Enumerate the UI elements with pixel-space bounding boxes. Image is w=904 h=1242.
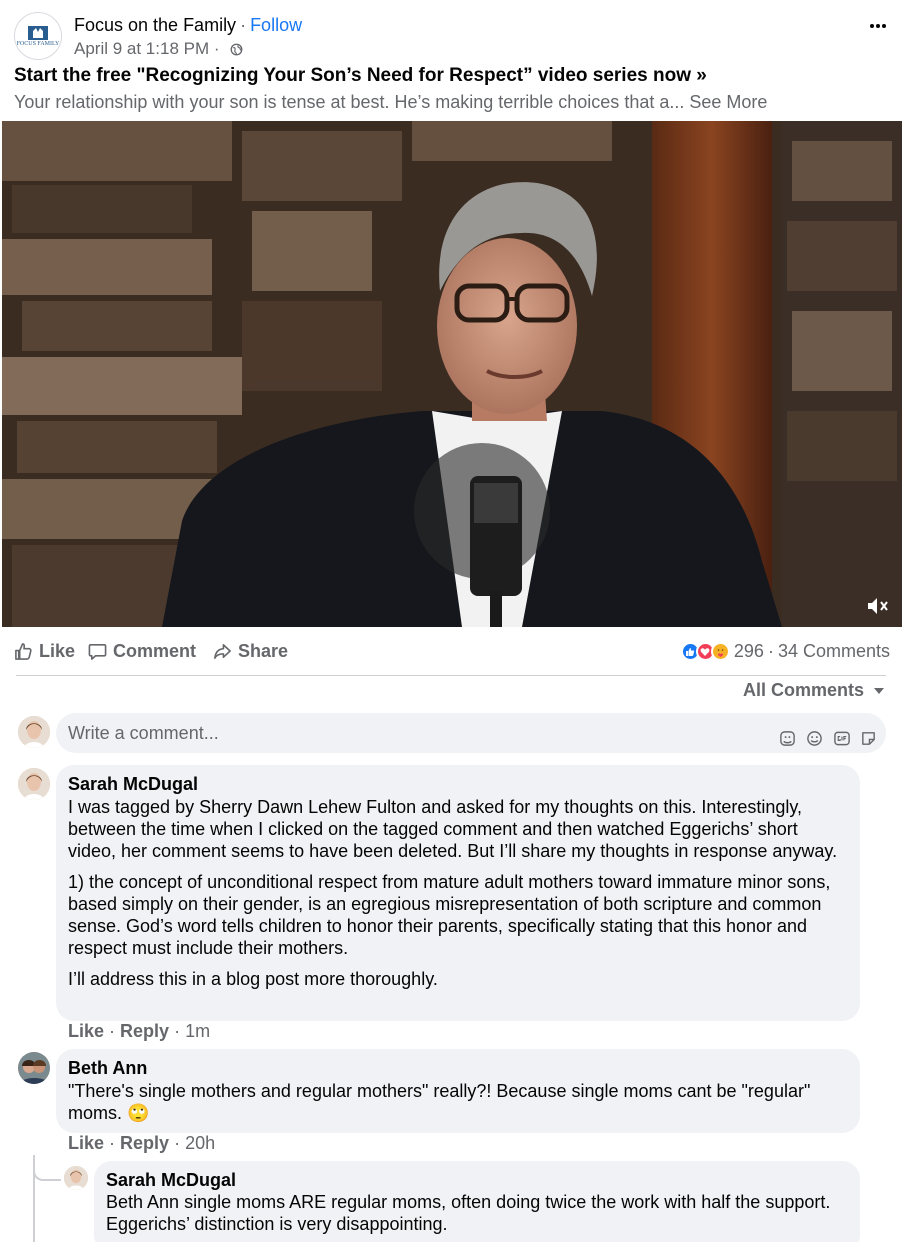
thread-connector — [33, 1155, 61, 1181]
like-label: Like — [39, 641, 76, 661]
share-icon — [214, 644, 231, 659]
comment-reply-button[interactable]: Reply — [120, 1021, 169, 1041]
comment-button[interactable]: Comment — [88, 641, 196, 662]
post-header: FOCUS FAMILY Focus on the Family · Follow … — [0, 0, 904, 120]
comments-count[interactable]: 34 Comments — [778, 641, 890, 662]
page-avatar[interactable]: FOCUS FAMILY — [14, 12, 62, 60]
video-frame — [2, 121, 902, 627]
comment-time[interactable]: 20h — [185, 1133, 215, 1153]
post-subtitle: Your relationship with your son is tense… — [14, 91, 767, 113]
comment-bubble: Beth Ann "There's single mothers and reg… — [56, 1049, 860, 1133]
user-photo — [64, 1166, 88, 1190]
comment-like-button[interactable]: Like — [68, 1133, 104, 1153]
comment-meta: Like · Reply · 20h — [68, 1133, 215, 1154]
reply-author[interactable]: Sarah McDugal — [106, 1169, 848, 1191]
comment-author[interactable]: Beth Ann — [68, 1057, 848, 1079]
reaction-count: 296 — [733, 641, 764, 661]
user-photo — [18, 1052, 50, 1084]
post-timestamp[interactable]: April 9 at 1:18 PM — [74, 38, 209, 60]
post-actions-bar: Like Comment Share 296 · 34 Comments — [0, 635, 904, 669]
composer-icons — [778, 729, 878, 748]
caret-down-icon — [874, 687, 884, 694]
emoji-icon[interactable] — [805, 729, 824, 748]
page-name[interactable]: Focus on the Family — [74, 15, 236, 35]
actions-divider — [16, 675, 886, 676]
comment-time[interactable]: 1m — [185, 1021, 210, 1041]
current-user-avatar[interactable] — [18, 716, 50, 748]
comment-text: I was tagged by Sherry Dawn Lehew Fulton… — [68, 796, 848, 990]
logo-wordmark: FOCUS FAMILY — [16, 41, 60, 47]
comment-paragraph: I’ll address this in a blog post more th… — [68, 969, 438, 989]
user-photo — [18, 768, 50, 800]
comment-text: "There's single mothers and regular moth… — [68, 1080, 848, 1124]
meta-dot: · — [109, 1133, 121, 1153]
comment-bubble: Sarah McDugal I was tagged by Sherry Daw… — [56, 765, 860, 1021]
share-label: Share — [238, 641, 289, 661]
share-button[interactable]: Share — [213, 641, 288, 662]
reply-text: Beth Ann single moms ARE regular moms, o… — [106, 1192, 831, 1234]
avatar-sticker-icon[interactable] — [778, 729, 797, 748]
comment-author-avatar[interactable] — [18, 768, 50, 800]
comment-reply-button[interactable]: Reply — [120, 1133, 169, 1153]
comments-separator: · — [767, 641, 774, 661]
post-meta: April 9 at 1:18 PM · — [74, 38, 243, 60]
comment-input[interactable] — [68, 721, 628, 745]
comment-composer[interactable] — [56, 713, 886, 753]
meta-dot: · — [174, 1021, 186, 1041]
comment-paragraph: I was tagged by Sherry Dawn Lehew Fulton… — [68, 797, 838, 861]
thumbs-up-icon — [15, 643, 32, 660]
page-name-line: Focus on the Family · Follow — [74, 14, 302, 36]
post-headline[interactable]: Start the free "Recognizing Your Son’s N… — [14, 64, 707, 88]
like-button[interactable]: Like — [14, 641, 75, 662]
follow-button[interactable]: Follow — [250, 15, 302, 35]
meta-dot: · — [109, 1021, 121, 1041]
comment-filter-dropdown[interactable]: All Comments — [743, 680, 884, 701]
globe-icon — [230, 43, 243, 55]
reply-bubble: Sarah McDugal Beth Ann single moms ARE r… — [94, 1161, 860, 1242]
comment-icon — [88, 644, 107, 660]
mute-icon[interactable] — [866, 595, 890, 617]
user-photo — [18, 716, 50, 748]
focus-logo-icon — [28, 26, 48, 40]
care-reaction-icon — [710, 642, 730, 661]
subtitle-text: Your relationship with your son is tense… — [14, 92, 685, 112]
reactions-summary[interactable]: 296 · 34 Comments — [680, 641, 890, 662]
see-more-link[interactable]: See More — [689, 92, 767, 112]
video-player[interactable] — [2, 121, 902, 627]
meta-separator: · — [209, 39, 225, 58]
reaction-icons — [680, 642, 730, 661]
gif-icon[interactable] — [832, 729, 851, 748]
meta-dot: · — [174, 1133, 186, 1153]
reply-author-avatar[interactable] — [64, 1166, 88, 1190]
comment-label: Comment — [113, 641, 197, 661]
separator-dot: · — [240, 15, 247, 35]
comment-paragraph: 1) the concept of unconditional respect … — [68, 872, 831, 958]
sticker-icon[interactable] — [859, 729, 878, 748]
filter-label: All Comments — [742, 680, 864, 700]
comment-author-avatar[interactable] — [18, 1052, 50, 1084]
comment-author[interactable]: Sarah McDugal — [68, 773, 848, 795]
comment-paragraph: "There's single mothers and regular moth… — [68, 1081, 811, 1123]
more-horizontal-icon[interactable] — [868, 16, 888, 36]
comment-like-button[interactable]: Like — [68, 1021, 104, 1041]
comment-meta: Like · Reply · 1m — [68, 1021, 210, 1042]
